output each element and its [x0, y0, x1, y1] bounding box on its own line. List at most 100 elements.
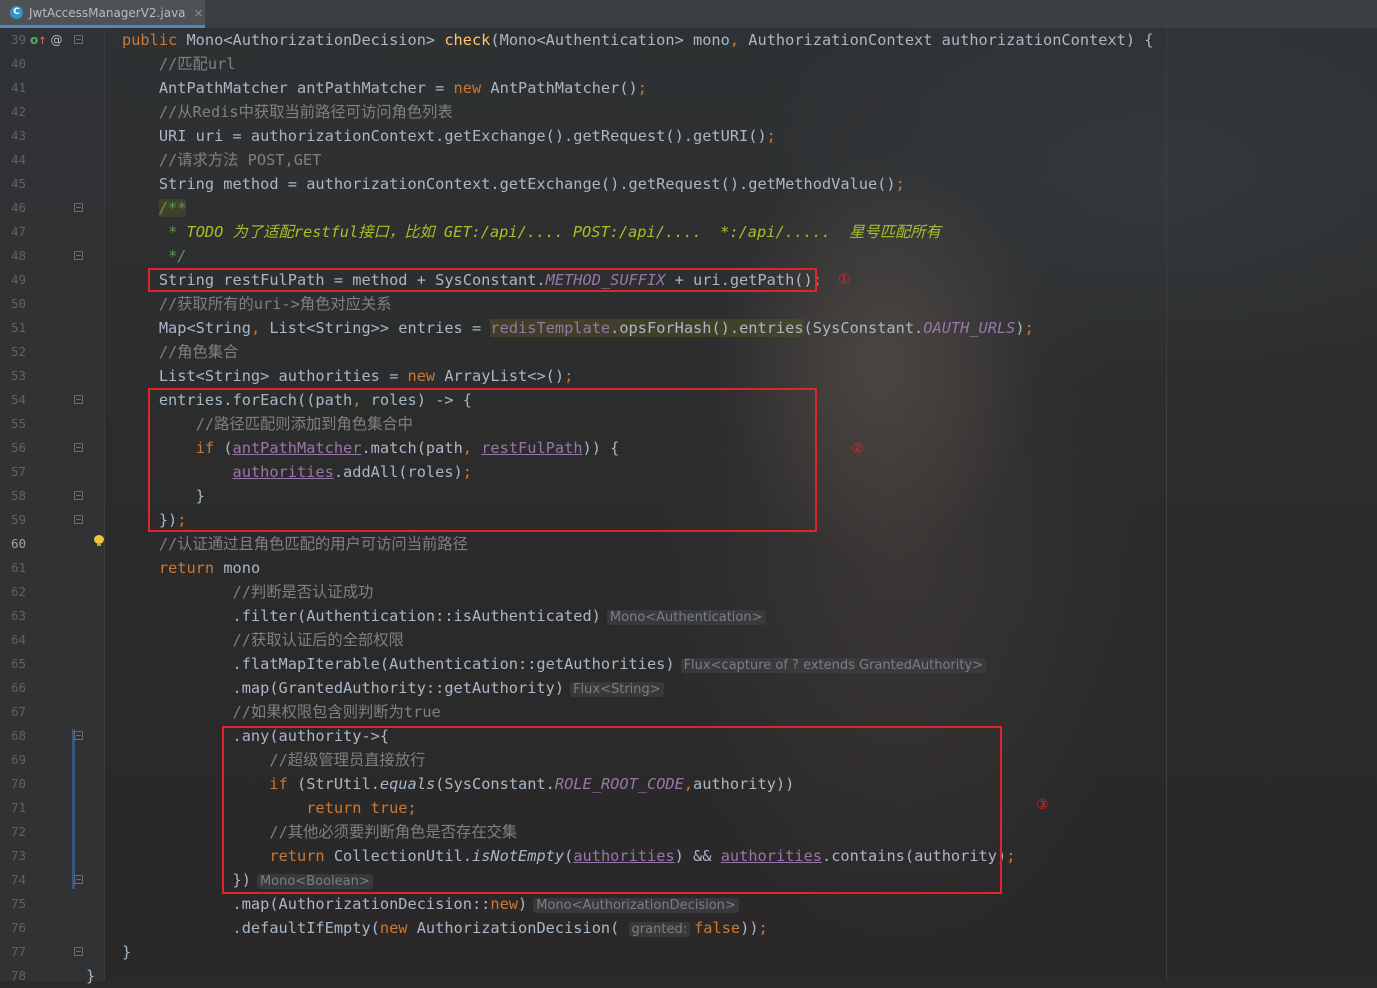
code-text[interactable]: .flatMapIterable(Authentication::getAuth… — [122, 652, 987, 678]
line-number[interactable]: 71 — [0, 796, 26, 820]
line-number[interactable]: 40 — [0, 52, 26, 76]
code-line[interactable]: 60 //认证通过且角色匹配的用户可访问当前路径 — [0, 532, 1377, 556]
code-text[interactable]: .filter(Authentication::isAuthenticated)… — [122, 604, 766, 630]
code-text[interactable]: * TODO 为了适配restful接口，比如 GET:/api/.... PO… — [122, 220, 941, 244]
fold-marker-icon[interactable] — [74, 875, 83, 884]
code-line[interactable]: 65 .flatMapIterable(Authentication::getA… — [0, 652, 1377, 676]
code-line[interactable]: 43 URI uri = authorizationContext.getExc… — [0, 124, 1377, 148]
line-number[interactable]: 74 — [0, 868, 26, 892]
code-text[interactable]: String method = authorizationContext.get… — [122, 172, 905, 196]
code-line[interactable]: 44 //请求方法 POST,GET — [0, 148, 1377, 172]
code-line[interactable]: 41 AntPathMatcher antPathMatcher = new A… — [0, 76, 1377, 100]
line-number[interactable]: 39 — [0, 28, 26, 52]
line-number[interactable]: 59 — [0, 508, 26, 532]
line-number[interactable]: 41 — [0, 76, 26, 100]
code-line[interactable]: 50 //获取所有的uri->角色对应关系 — [0, 292, 1377, 316]
code-line[interactable]: 52 //角色集合 — [0, 340, 1377, 364]
code-line[interactable]: 77} — [0, 940, 1377, 964]
line-number[interactable]: 57 — [0, 460, 26, 484]
line-number[interactable]: 63 — [0, 604, 26, 628]
code-text[interactable]: AntPathMatcher antPathMatcher = new AntP… — [122, 76, 647, 100]
code-text[interactable]: /** — [122, 196, 187, 220]
code-line[interactable]: 48 */ — [0, 244, 1377, 268]
line-number[interactable]: 70 — [0, 772, 26, 796]
code-text[interactable]: //请求方法 POST,GET — [122, 148, 322, 172]
code-text[interactable]: .map(GrantedAuthority::getAuthority) Flux… — [122, 676, 664, 702]
code-text[interactable]: List<String> authorities = new ArrayList… — [122, 364, 573, 388]
fold-marker-icon[interactable] — [74, 731, 83, 740]
line-number[interactable]: 72 — [0, 820, 26, 844]
line-number[interactable]: 67 — [0, 700, 26, 724]
line-number[interactable]: 75 — [0, 892, 26, 916]
line-number[interactable]: 52 — [0, 340, 26, 364]
code-text[interactable]: */ — [122, 244, 186, 268]
code-line[interactable]: 61 return mono — [0, 556, 1377, 580]
fold-marker-icon[interactable] — [74, 203, 83, 212]
line-number[interactable]: 73 — [0, 844, 26, 868]
code-text[interactable]: //从Redis中获取当前路径可访问角色列表 — [122, 100, 453, 124]
line-number[interactable]: 66 — [0, 676, 26, 700]
code-text[interactable]: URI uri = authorizationContext.getExchan… — [122, 124, 776, 148]
code-text[interactable]: //如果权限包含则判断为true — [122, 700, 441, 724]
line-number[interactable]: 49 — [0, 268, 26, 292]
line-number[interactable]: 51 — [0, 316, 26, 340]
line-number[interactable]: 54 — [0, 388, 26, 412]
line-number[interactable]: 55 — [0, 412, 26, 436]
code-text[interactable]: //获取所有的uri->角色对应关系 — [122, 292, 392, 316]
code-line[interactable]: 75 .map(AuthorizationDecision::new) Mono<… — [0, 892, 1377, 916]
code-line[interactable]: 62 //判断是否认证成功 — [0, 580, 1377, 604]
code-text[interactable]: //认证通过且角色匹配的用户可访问当前路径 — [122, 532, 468, 556]
line-number[interactable]: 68 — [0, 724, 26, 748]
code-text[interactable]: .map(AuthorizationDecision::new) Mono<Aut… — [122, 892, 739, 918]
code-text[interactable]: //匹配url — [122, 52, 236, 76]
line-number[interactable]: 65 — [0, 652, 26, 676]
fold-marker-icon[interactable] — [74, 515, 83, 524]
code-text[interactable]: //判断是否认证成功 — [122, 580, 374, 604]
code-line[interactable]: 39 public Mono<AuthorizationDecision> che… — [0, 28, 1377, 52]
line-number[interactable]: 53 — [0, 364, 26, 388]
fold-marker-icon[interactable] — [74, 395, 83, 404]
code-line[interactable]: 78} — [0, 964, 1377, 988]
code-text[interactable]: .defaultIfEmpty(new AuthorizationDecisio… — [122, 916, 768, 942]
fold-marker-icon[interactable] — [74, 35, 83, 44]
code-line[interactable]: 66 .map(GrantedAuthority::getAuthority) F… — [0, 676, 1377, 700]
line-number[interactable]: 78 — [0, 964, 26, 988]
code-line[interactable]: 53 List<String> authorities = new ArrayL… — [0, 364, 1377, 388]
line-number[interactable]: 45 — [0, 172, 26, 196]
fold-marker-icon[interactable] — [74, 491, 83, 500]
lightbulb-icon[interactable] — [94, 535, 104, 547]
line-number[interactable]: 47 — [0, 220, 26, 244]
code-text[interactable]: return mono — [122, 556, 260, 580]
line-number[interactable]: 60 — [0, 532, 26, 556]
line-number[interactable]: 69 — [0, 748, 26, 772]
line-number[interactable]: 64 — [0, 628, 26, 652]
code-text[interactable]: public Mono<AuthorizationDecision> check… — [122, 28, 1154, 52]
code-line[interactable]: 40 //匹配url — [0, 52, 1377, 76]
line-number[interactable]: 77 — [0, 940, 26, 964]
code-line[interactable]: 76 .defaultIfEmpty(new AuthorizationDeci… — [0, 916, 1377, 940]
line-number[interactable]: 56 — [0, 436, 26, 460]
line-number[interactable]: 44 — [0, 148, 26, 172]
line-number[interactable]: 62 — [0, 580, 26, 604]
code-line[interactable]: 46 /** — [0, 196, 1377, 220]
code-text[interactable]: //获取认证后的全部权限 — [122, 628, 404, 652]
fold-marker-icon[interactable] — [74, 251, 83, 260]
line-number[interactable]: 43 — [0, 124, 26, 148]
code-line[interactable]: 64 //获取认证后的全部权限 — [0, 628, 1377, 652]
code-text[interactable]: } — [122, 940, 131, 964]
line-number[interactable]: 76 — [0, 916, 26, 940]
line-number[interactable]: 61 — [0, 556, 26, 580]
code-line[interactable]: 67 //如果权限包含则判断为true — [0, 700, 1377, 724]
line-number[interactable]: 58 — [0, 484, 26, 508]
fold-marker-icon[interactable] — [74, 947, 83, 956]
fold-marker-icon[interactable] — [74, 443, 83, 452]
line-number[interactable]: 50 — [0, 292, 26, 316]
line-number[interactable]: 46 — [0, 196, 26, 220]
code-line[interactable]: 63 .filter(Authentication::isAuthenticat… — [0, 604, 1377, 628]
code-text[interactable]: //角色集合 — [122, 340, 239, 364]
close-icon[interactable]: × — [194, 6, 204, 20]
line-number[interactable]: 48 — [0, 244, 26, 268]
line-number[interactable]: 42 — [0, 100, 26, 124]
editor-tab-jwtaccessmanagerv2[interactable]: C JwtAccessManagerV2.java × — [0, 0, 205, 28]
code-line[interactable]: 51 Map<String, List<String>> entries = r… — [0, 316, 1377, 340]
